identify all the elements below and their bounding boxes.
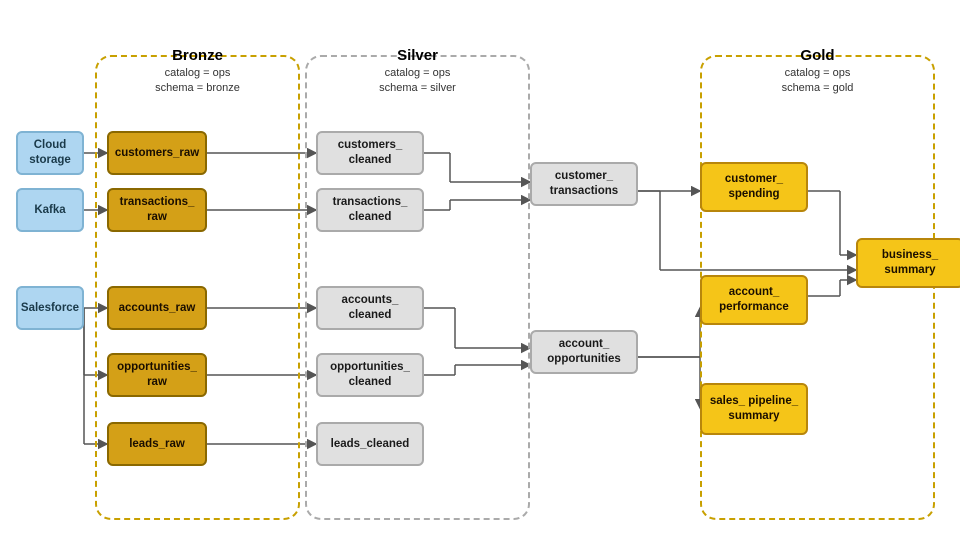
source-cloud-storage: Cloud storage [16,131,84,175]
node-opportunities-cleaned: opportunities_ cleaned [316,353,424,397]
gold-subtitle: catalog = ops schema = gold [702,66,933,97]
source-kafka: Kafka [16,188,84,232]
node-accounts-cleaned: accounts_ cleaned [316,286,424,330]
node-customers-raw: customers_raw [107,131,207,175]
bronze-subtitle: catalog = ops schema = bronze [97,66,298,97]
node-opportunities-raw: opportunities_ raw [107,353,207,397]
node-account-opportunities: account_ opportunities [530,330,638,374]
silver-title: Silver [307,47,528,64]
node-customer-spending: customer_ spending [700,162,808,212]
node-customers-cleaned: customers_ cleaned [316,131,424,175]
silver-header: Silver catalog = ops schema = silver [307,47,528,97]
silver-subtitle: catalog = ops schema = silver [307,66,528,97]
node-leads-raw: leads_raw [107,422,207,466]
bronze-header: Bronze catalog = ops schema = bronze [97,47,298,97]
node-business-summary: business_ summary [856,238,960,288]
diagram-container: Bronze catalog = ops schema = bronze Sil… [0,0,960,540]
gold-header: Gold catalog = ops schema = gold [702,47,933,97]
node-account-performance: account_ performance [700,275,808,325]
source-salesforce: Salesforce [16,286,84,330]
node-transactions-raw: transactions_ raw [107,188,207,232]
bronze-title: Bronze [97,47,298,64]
node-customer-transactions: customer_ transactions [530,162,638,206]
gold-title: Gold [702,47,933,64]
node-leads-cleaned: leads_cleaned [316,422,424,466]
node-transactions-cleaned: transactions_ cleaned [316,188,424,232]
node-sales-pipeline-summary: sales_ pipeline_ summary [700,383,808,435]
node-accounts-raw: accounts_raw [107,286,207,330]
